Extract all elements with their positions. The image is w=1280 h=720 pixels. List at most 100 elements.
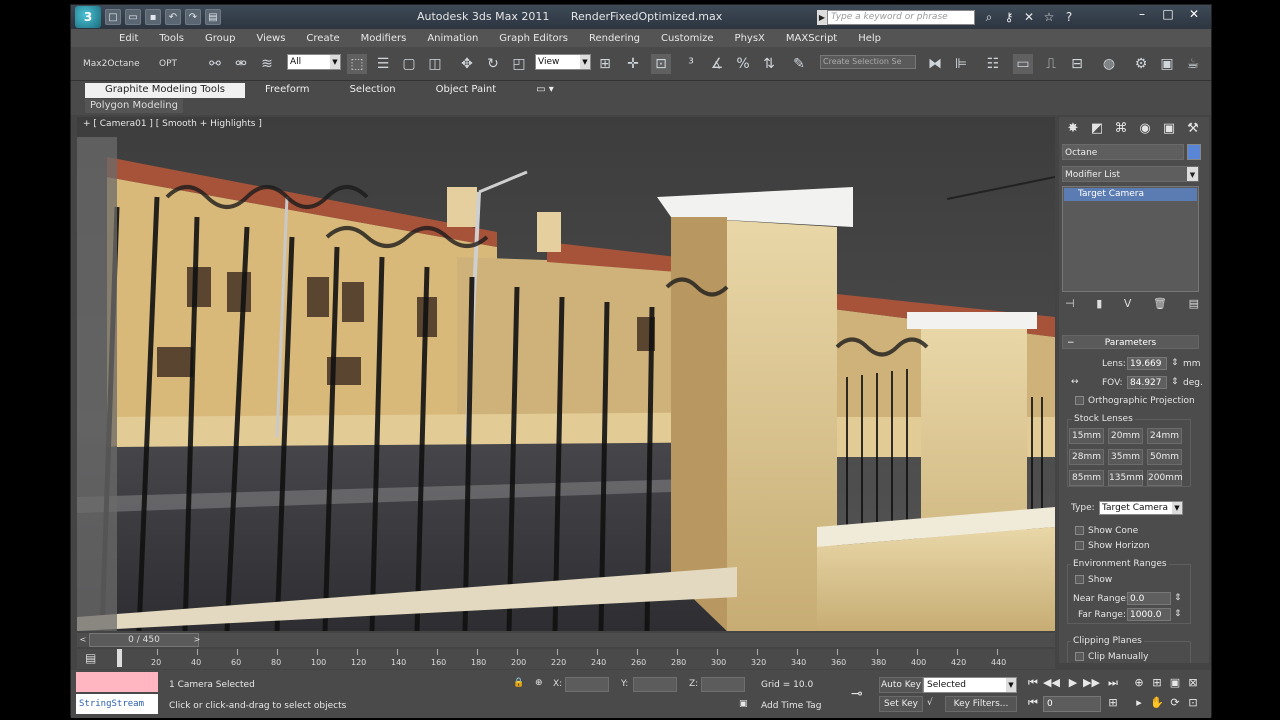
z-coordinate-field[interactable] [701, 677, 745, 692]
key-filters-button[interactable]: Key Filters... [945, 696, 1017, 712]
link-icon[interactable]: ⚯ [205, 54, 225, 74]
menu-modifiers[interactable]: Modifiers [361, 33, 407, 44]
menu-maxscript[interactable]: MAXScript [786, 33, 837, 44]
play-icon[interactable]: ▶ [1065, 675, 1081, 691]
ribbon-options-icon[interactable]: ▭ ▾ [516, 83, 574, 98]
lens-200mm-button[interactable]: 200mm [1147, 470, 1183, 486]
lens-28mm-button[interactable]: 28mm [1069, 449, 1104, 465]
next-frame-icon[interactable]: > [191, 634, 203, 646]
viewport-label[interactable]: + [ Camera01 ] [ Smooth + Highlights ] [83, 119, 262, 129]
selection-lock-icon[interactable]: 🔒 [513, 678, 524, 688]
x-coordinate-field[interactable] [565, 677, 609, 692]
field-of-view-icon[interactable]: ▸ [1131, 695, 1147, 711]
lens-35mm-button[interactable]: 35mm [1108, 449, 1143, 465]
selection-filter-dropdown[interactable]: All ▼ [287, 54, 341, 70]
modifier-list-dropdown[interactable]: Modifier List ▼ [1062, 166, 1199, 182]
curve-editor-mini-icon[interactable]: ▤ [85, 651, 96, 665]
keyboard-shortcut-override-icon[interactable]: ⊡ [651, 54, 671, 74]
help-icon[interactable]: ? [1061, 9, 1077, 25]
zoom-extents-all-icon[interactable]: ⊠ [1185, 675, 1201, 691]
key-mode-dropdown[interactable]: Selected ▼ [923, 677, 1017, 693]
y-coordinate-field[interactable] [633, 677, 677, 692]
go-to-start-icon[interactable]: ⏮ [1025, 675, 1041, 691]
fov-spinner[interactable]: 84.927 [1127, 376, 1167, 389]
trackbar[interactable]: ▤ 20 40 60 80 100 120 140 160 180 200 220 240 260 280… [77, 649, 1055, 669]
select-manipulate-icon[interactable]: ✛ [623, 54, 643, 74]
search-input[interactable]: Type a keyword or phrase [827, 10, 975, 25]
snaps-toggle-icon[interactable]: ³ [681, 54, 701, 74]
motion-tab-icon[interactable]: ◉ [1135, 119, 1155, 139]
camera-type-dropdown[interactable]: Target Camera ▼ [1099, 501, 1183, 515]
set-key-button[interactable]: Set Key [879, 696, 923, 712]
lens-50mm-button[interactable]: 50mm [1147, 449, 1182, 465]
previous-frame-icon[interactable]: < [77, 634, 89, 646]
lens-15mm-button[interactable]: 15mm [1069, 428, 1104, 444]
zoom-extents-icon[interactable]: ▣ [1167, 675, 1183, 691]
minimize-icon[interactable]: – [1129, 5, 1155, 23]
rendered-frame-window-icon[interactable]: ▣ [1157, 54, 1177, 74]
lens-135mm-button[interactable]: 135mm [1108, 470, 1144, 486]
percent-snap-icon[interactable]: % [733, 54, 753, 74]
new-file-icon[interactable]: □ [105, 9, 121, 25]
menu-help[interactable]: Help [858, 33, 881, 44]
maxscript-listener[interactable]: StringStream [76, 672, 158, 714]
object-name-field[interactable]: Octane [1062, 144, 1184, 160]
parameters-rollout-header[interactable]: − Parameters [1062, 335, 1199, 349]
tab-freeform[interactable]: Freeform [245, 83, 330, 98]
previous-key-icon[interactable]: ◀◀ [1043, 675, 1060, 691]
zoom-icon[interactable]: ⊕ [1131, 675, 1147, 691]
hierarchy-tab-icon[interactable]: ⌘ [1111, 119, 1131, 139]
open-file-icon[interactable]: ▭ [125, 9, 141, 25]
display-tab-icon[interactable]: ▣ [1159, 119, 1179, 139]
menu-group[interactable]: Group [205, 33, 235, 44]
angle-snap-icon[interactable]: ∡ [707, 54, 727, 74]
far-range-spinner[interactable]: 1000.0 [1127, 608, 1171, 621]
app-logo-icon[interactable]: 3 [75, 6, 101, 28]
absolute-mode-icon[interactable]: ⊕ [535, 678, 543, 688]
spinner-arrows-icon[interactable]: ⇕ [1171, 358, 1179, 368]
maximize-icon[interactable]: □ [1155, 5, 1181, 23]
save-file-icon[interactable]: ▪ [145, 9, 161, 25]
menu-create[interactable]: Create [306, 33, 339, 44]
default-tangents-icon[interactable]: √ [927, 698, 933, 708]
render-production-icon[interactable]: ☕ [1183, 54, 1203, 74]
binoculars-icon[interactable]: ⌕ [981, 9, 997, 25]
menu-customize[interactable]: Customize [661, 33, 714, 44]
pivot-center-icon[interactable]: ⊞ [595, 54, 615, 74]
env-show-checkbox[interactable] [1075, 575, 1084, 584]
pin-stack-icon[interactable]: ⊣ [1065, 297, 1075, 310]
show-end-result-icon[interactable]: ▮ [1096, 297, 1102, 310]
tab-selection[interactable]: Selection [330, 83, 416, 98]
undo-icon[interactable]: ↶ [165, 9, 181, 25]
current-frame-marker[interactable] [117, 649, 122, 667]
rectangular-selection-icon[interactable]: ▢ [399, 54, 419, 74]
layer-manager-icon[interactable]: ☷ [983, 54, 1003, 74]
bind-spacewarp-icon[interactable]: ≋ [257, 54, 277, 74]
maximize-viewport-icon[interactable]: ⊡ [1185, 695, 1201, 711]
menu-edit[interactable]: Edit [119, 33, 138, 44]
lens-24mm-button[interactable]: 24mm [1147, 428, 1182, 444]
spinner-arrows-icon[interactable]: ⇕ [1174, 609, 1182, 619]
fov-direction-icon[interactable]: ↔ [1071, 377, 1079, 387]
menu-physx[interactable]: PhysX [735, 33, 765, 44]
current-frame-field[interactable]: 0 [1043, 696, 1101, 712]
lens-85mm-button[interactable]: 85mm [1069, 470, 1104, 486]
menu-tools[interactable]: Tools [159, 33, 184, 44]
menu-rendering[interactable]: Rendering [589, 33, 640, 44]
menu-graph-editors[interactable]: Graph Editors [499, 33, 568, 44]
make-unique-icon[interactable]: Ⅴ [1124, 297, 1132, 310]
max2octane-button[interactable]: Max2Octane [83, 59, 140, 69]
set-key-mode-icon[interactable]: ⊸ [851, 686, 863, 702]
time-slider-thumb[interactable]: 0 / 450 [89, 633, 199, 647]
select-object-icon[interactable]: ⬚ [347, 54, 367, 74]
time-tag-icon[interactable]: ▣ [739, 699, 748, 709]
show-horizon-checkbox[interactable] [1075, 541, 1084, 550]
select-by-name-icon[interactable]: ☰ [373, 54, 393, 74]
schematic-view-icon[interactable]: ⊟ [1067, 54, 1087, 74]
key-mode-toggle-icon[interactable]: ⏮ [1025, 695, 1041, 711]
named-selection-set-field[interactable]: Create Selection Se [820, 55, 916, 69]
project-folder-icon[interactable]: ▤ [205, 9, 221, 25]
ribbon-panel-polygon-modeling[interactable]: Polygon Modeling [85, 99, 183, 113]
rotate-icon[interactable]: ↻ [483, 54, 503, 74]
orbit-icon[interactable]: ⟳ [1167, 695, 1183, 711]
